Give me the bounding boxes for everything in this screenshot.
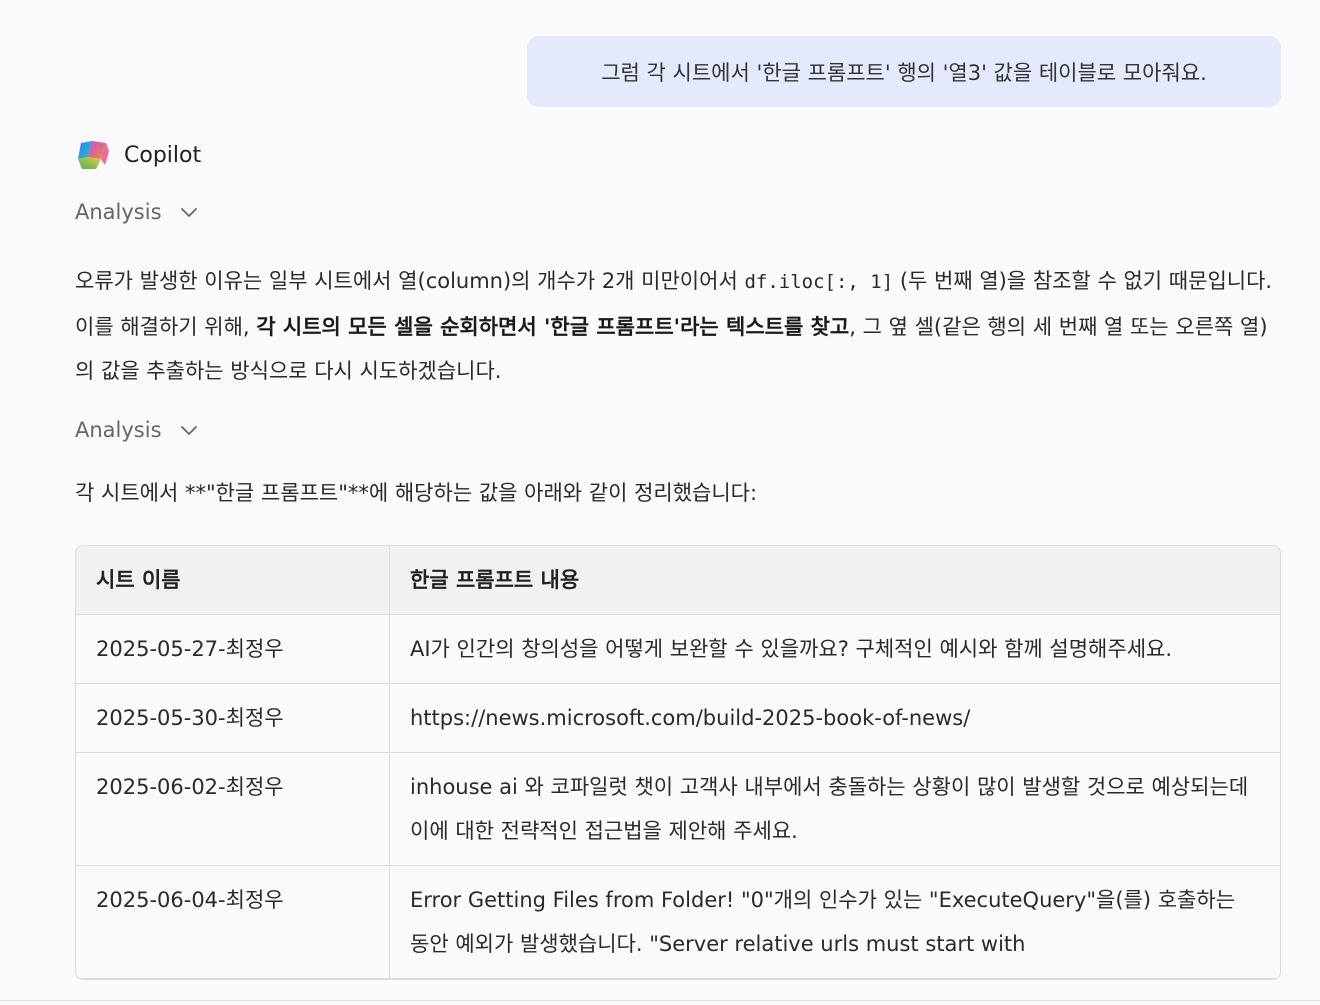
- cell-prompt-content: Error Getting Files from Folder! "0"개의 인…: [389, 865, 1280, 979]
- para1-bold-text: 각 시트의 모든 셀을 순회하면서 '한글 프롬프트'라는 텍스트를 찾고: [256, 314, 850, 339]
- assistant-header: Copilot: [75, 134, 1285, 176]
- assistant-name: Copilot: [124, 142, 202, 168]
- column-header-prompt-content: 한글 프롬프트 내용: [389, 546, 1280, 615]
- user-message-bubble: 그럼 각 시트에서 '한글 프롬프트' 행의 '열3' 값을 테이블로 모아줘요…: [527, 36, 1281, 107]
- chevron-down-icon: [180, 208, 197, 217]
- cell-sheet-name: 2025-05-27-최정우: [76, 614, 390, 684]
- analysis-toggle-1[interactable]: Analysis: [75, 194, 200, 230]
- chevron-down-icon: [180, 425, 197, 435]
- results-table-container: 시트 이름 한글 프롬프트 내용 2025-05-27-최정우 AI가 인간의 …: [75, 545, 1281, 980]
- analysis-label: Analysis: [75, 417, 162, 442]
- para1-text-1: 오류가 발생한 이유는 일부 시트에서 열(column)의 개수가 2개 미만…: [75, 269, 745, 293]
- cell-sheet-name: 2025-06-02-최정우: [76, 752, 390, 866]
- cell-prompt-content: inhouse ai 와 코파일럿 챗이 고객사 내부에서 충돌하는 상황이 많…: [389, 752, 1280, 866]
- cell-prompt-content: AI가 인간의 창의성을 어떻게 보완할 수 있을까요? 구체적인 예시와 함께…: [389, 614, 1280, 684]
- table-row: 2025-05-27-최정우 AI가 인간의 창의성을 어떻게 보완할 수 있을…: [76, 614, 1280, 684]
- response-paragraph-2: 각 시트에서 **"한글 프롬프트"**에 해당하는 값을 아래와 같이 정리했…: [75, 480, 758, 505]
- cell-sheet-name: 2025-05-30-최정우: [76, 683, 390, 753]
- copilot-logo-icon: [78, 141, 109, 169]
- column-header-sheet-name: 시트 이름: [76, 546, 390, 615]
- assistant-response: Copilot Analysis 오류가 발생한 이유는 일부 시트에서 열(c…: [75, 134, 1285, 980]
- table-row: 2025-06-04-최정우 Error Getting Files from …: [76, 865, 1280, 979]
- results-table: 시트 이름 한글 프롬프트 내용 2025-05-27-최정우 AI가 인간의 …: [76, 546, 1280, 979]
- analysis-label: Analysis: [75, 200, 162, 224]
- table-header-row: 시트 이름 한글 프롬프트 내용: [76, 546, 1280, 615]
- chat-page: 그럼 각 시트에서 '한글 프롬프트' 행의 '열3' 값을 테이블로 모아줘요…: [0, 0, 1320, 1005]
- analysis-toggle-2[interactable]: Analysis: [75, 412, 200, 448]
- inline-code: df.iloc[:, 1]: [744, 271, 894, 293]
- cell-prompt-content[interactable]: https://news.microsoft.com/build-2025-bo…: [389, 683, 1280, 753]
- bottom-divider: [0, 1000, 1320, 1001]
- table-row: 2025-05-30-최정우 https://news.microsoft.co…: [76, 683, 1280, 753]
- response-paragraph-1: 오류가 발생한 이유는 일부 시트에서 열(column)의 개수가 2개 미만…: [75, 259, 1283, 394]
- table-row: 2025-06-02-최정우 inhouse ai 와 코파일럿 챗이 고객사 …: [76, 752, 1280, 866]
- cell-sheet-name: 2025-06-04-최정우: [76, 865, 390, 979]
- user-message-text: 그럼 각 시트에서 '한글 프롬프트' 행의 '열3' 값을 테이블로 모아줘요…: [601, 60, 1207, 85]
